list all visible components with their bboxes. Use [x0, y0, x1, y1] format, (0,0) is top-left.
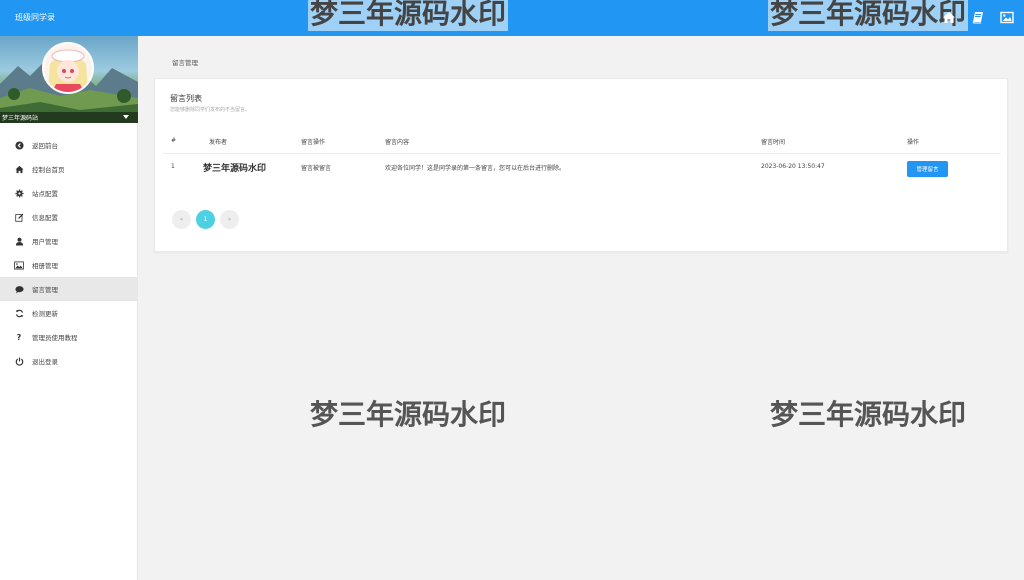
comment-icon: [14, 284, 24, 294]
profile-banner: 梦三年源码站: [0, 36, 138, 123]
row-content: 欢迎各位同学！这是同学录的第一条留言，您可以在后台进行删除。: [385, 165, 566, 172]
message-list-card: 留言列表 您能够删除同学们发布的不当留言。 # 发布者 留言操作 留言内容 留言…: [154, 78, 1008, 252]
watermark: 梦三年源码水印: [308, 0, 509, 31]
row-time: 2023-06-20 13:50:47: [761, 163, 825, 170]
column-header-action: 操作: [907, 139, 920, 146]
back-circle-icon: [14, 140, 24, 150]
column-header-time: 留言时间: [761, 139, 786, 146]
username-bar[interactable]: 梦三年源码站: [0, 112, 138, 123]
sidebar-item-label: 相册管理: [32, 262, 58, 270]
pagination: « 1 »: [172, 210, 239, 229]
top-bar: 班级同学录 梦三年源码水印 梦三年源码水印: [0, 0, 1024, 36]
row-publisher: 梦三年源码水印: [203, 164, 267, 174]
image-icon: [14, 260, 24, 270]
watermark: 梦三年源码水印: [308, 398, 509, 432]
sidebar-item-site-config[interactable]: 站点配置: [0, 181, 138, 205]
home-icon: [14, 164, 24, 174]
sidebar-item-check-update[interactable]: 检测更新: [0, 301, 138, 325]
sidebar-item-dashboard[interactable]: 控制台首页: [0, 157, 138, 181]
watermark: 梦三年源码水印: [768, 0, 969, 31]
sidebar-item-back[interactable]: 返回前台: [0, 133, 138, 157]
page-next-button[interactable]: »: [220, 210, 239, 229]
sidebar-item-admin-guide[interactable]: ? 管理员使用教程: [0, 325, 138, 349]
sidebar-item-info-config[interactable]: 信息配置: [0, 205, 138, 229]
username: 梦三年源码站: [2, 115, 39, 122]
user-icon: [14, 236, 24, 246]
sidebar-item-label: 控制台首页: [32, 166, 65, 174]
sidebar-item-label: 留言管理: [32, 286, 58, 294]
sidebar-item-label: 信息配置: [32, 214, 58, 222]
sidebar-item-label: 站点配置: [32, 190, 58, 198]
sidebar-item-label: 检测更新: [32, 310, 58, 318]
sidebar-item-label: 退出登录: [32, 358, 58, 366]
column-header-index: #: [171, 137, 177, 144]
question-icon: ?: [16, 332, 22, 342]
sidebar-item-label: 用户管理: [32, 238, 58, 246]
sidebar: 梦三年源码站 返回前台 控制台首页 站点配置 信息配置 用户管理 相册管理 留言…: [0, 36, 138, 580]
sidebar-item-users[interactable]: 用户管理: [0, 229, 138, 253]
avatar[interactable]: [42, 42, 94, 94]
row-index: 1: [171, 163, 175, 170]
sidebar-item-albums[interactable]: 相册管理: [0, 253, 138, 277]
sidebar-item-label: 返回前台: [32, 142, 58, 150]
column-header-content: 留言内容: [385, 139, 410, 146]
book-icon[interactable]: [971, 11, 985, 24]
watermark: 梦三年源码水印: [768, 398, 969, 432]
breadcrumb: 留言管理: [172, 59, 198, 67]
manage-message-button[interactable]: 管理留言: [907, 161, 948, 177]
card-subtitle: 您能够删除同学们发布的不当留言。: [170, 107, 251, 113]
image-icon[interactable]: [1000, 11, 1014, 24]
sidebar-item-logout[interactable]: 退出登录: [0, 349, 138, 373]
column-header-operation: 留言操作: [301, 139, 326, 146]
sidebar-item-label: 管理员使用教程: [32, 334, 78, 342]
app-title[interactable]: 班级同学录: [15, 12, 55, 23]
home-icon[interactable]: [942, 11, 956, 24]
row-operation: 留言被留言: [301, 165, 332, 172]
edit-icon: [14, 212, 24, 222]
page-current-button[interactable]: 1: [196, 210, 215, 229]
column-header-publisher: 发布者: [209, 139, 228, 146]
sidebar-item-messages[interactable]: 留言管理: [0, 277, 138, 301]
chevron-down-icon[interactable]: [123, 115, 129, 119]
page-prev-button[interactable]: «: [172, 210, 191, 229]
gear-icon: [14, 188, 24, 198]
divider: [163, 153, 1001, 154]
refresh-icon: [14, 308, 24, 318]
card-title: 留言列表: [170, 94, 202, 103]
power-icon: [14, 356, 24, 366]
sidebar-menu: 返回前台 控制台首页 站点配置 信息配置 用户管理 相册管理 留言管理 检测更新…: [0, 133, 138, 373]
